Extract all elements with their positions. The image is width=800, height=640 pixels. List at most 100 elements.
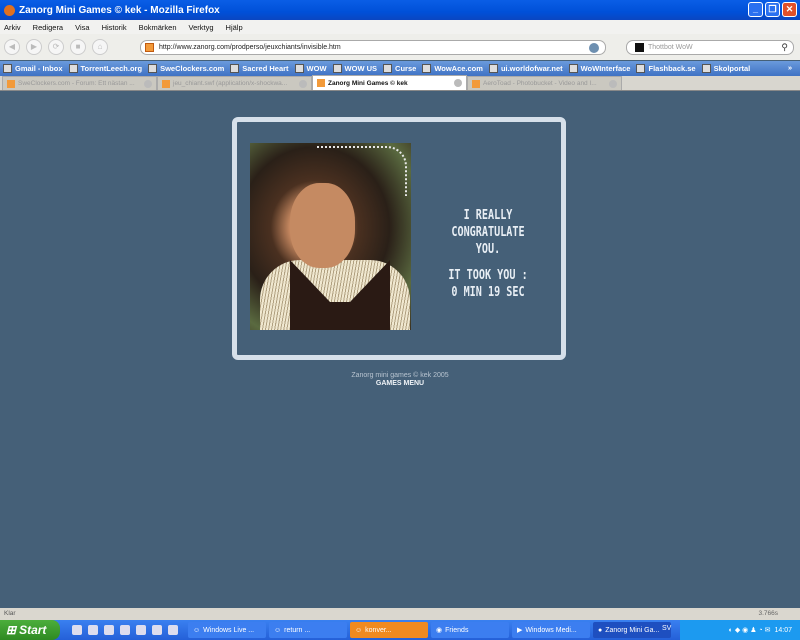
- bookmark-label: TorrentLeech.org: [80, 64, 143, 73]
- quick-launch: [60, 625, 188, 635]
- title-bar: Zanorg Mini Games © kek - Mozilla Firefo…: [0, 0, 800, 20]
- tab-sweclockers[interactable]: SweClockers.com - Forum: Ett nästan ...: [2, 76, 157, 90]
- tray-icons[interactable]: ◐ ◆ ◉ ♟ ◔ ✉: [729, 626, 771, 634]
- ie-icon[interactable]: [72, 625, 82, 635]
- ui-icon: [488, 64, 498, 73]
- minimize-button[interactable]: _: [748, 2, 763, 17]
- copyright-text: Zanorg mini games © kek 2005: [351, 372, 449, 379]
- torrentleech-icon: [68, 64, 78, 73]
- curse-icon: [383, 64, 393, 73]
- bookmark-label: Sacred Heart: [242, 64, 289, 73]
- close-button[interactable]: ✕: [782, 2, 797, 17]
- forward-button[interactable]: ▶: [26, 39, 42, 55]
- bookmark-item[interactable]: TorrentLeech.org: [68, 64, 143, 73]
- clock: 14:07: [774, 626, 792, 634]
- home-button[interactable]: ⌂: [92, 39, 108, 55]
- bookmark-item[interactable]: WoWInterface: [568, 64, 630, 73]
- start-button[interactable]: ⊞ Start: [0, 620, 60, 640]
- menu-bar: Arkiv Redigera Visa Historik Bokmärken V…: [0, 20, 800, 34]
- tab-aerotoad[interactable]: AeroToad - Photobucket - Video and I...: [467, 76, 622, 90]
- tab-label: SweClockers.com - Forum: Ett nästan ...: [18, 80, 135, 87]
- wowinterface-icon: [568, 64, 578, 73]
- taskbar-button[interactable]: ☺ return ...: [269, 622, 347, 638]
- taskbar-label: Zanorg Mini Ga...: [605, 626, 660, 634]
- close-tab-icon[interactable]: [609, 80, 617, 88]
- menu-arkiv[interactable]: Arkiv: [4, 23, 21, 32]
- media-icon[interactable]: [136, 625, 146, 635]
- congratulation-message: I REALLY CONGRATULATE YOU. IT TOOK YOU : 0…: [437, 207, 538, 310]
- messenger-icon: ☺: [355, 626, 363, 634]
- bookmark-label: WOW US: [344, 64, 378, 73]
- search-box[interactable]: Thottbot WoW ⚲: [626, 40, 794, 55]
- search-engine-icon[interactable]: [635, 43, 644, 52]
- url-bar[interactable]: http://www.zanorg.com/prodperso/jeuxchia…: [140, 40, 606, 55]
- firefox-icon: [4, 4, 15, 16]
- bookmark-item[interactable]: ui.worldofwar.net: [488, 64, 563, 73]
- bookmark-item[interactable]: WOW: [294, 64, 327, 73]
- go-button[interactable]: [589, 43, 599, 53]
- tab-zanorg[interactable]: Zanorg Mini Games © kek: [312, 75, 467, 90]
- bookmark-label: Gmail - Inbox: [15, 64, 63, 73]
- app-icon[interactable]: [152, 625, 162, 635]
- app-icon[interactable]: [120, 625, 130, 635]
- tab-bar: SweClockers.com - Forum: Ett nästan ... …: [0, 75, 800, 91]
- games-menu-link[interactable]: GAMES MENU: [0, 380, 800, 388]
- wow-us-icon: [332, 64, 342, 73]
- back-button[interactable]: ◀: [4, 39, 20, 55]
- taskbar-label: konver...: [365, 626, 392, 634]
- messenger-icon: ☺: [193, 626, 201, 634]
- wow-icon[interactable]: [104, 625, 114, 635]
- bookmark-item[interactable]: Gmail - Inbox: [3, 64, 63, 73]
- search-icon[interactable]: ⚲: [781, 42, 788, 53]
- reload-icon[interactable]: ⟳: [48, 39, 64, 55]
- bookmark-item[interactable]: SweClockers.com: [148, 64, 224, 73]
- tab-favicon: [472, 79, 480, 88]
- menu-redigera[interactable]: Redigera: [33, 23, 63, 32]
- url-text: http://www.zanorg.com/prodperso/jeuxchia…: [159, 44, 341, 51]
- message-line: CONGRATULATE YOU.: [451, 225, 525, 257]
- time-value: 0 MIN 19 SEC: [451, 285, 525, 300]
- restore-button[interactable]: ❐: [765, 2, 780, 17]
- bookmark-label: Curse: [395, 64, 417, 73]
- taskbar-label: Windows Live ...: [203, 626, 255, 634]
- bookmark-item[interactable]: Skolportal: [701, 64, 750, 73]
- menu-hjalp[interactable]: Hjälp: [226, 23, 243, 32]
- ornament-decoration: [317, 146, 407, 196]
- bookmark-label: Flashback.se: [648, 64, 696, 73]
- menu-verktyg[interactable]: Verktyg: [189, 23, 214, 32]
- search-placeholder: Thottbot WoW: [648, 44, 693, 51]
- taskbar-button[interactable]: ● Zanorg Mini Ga...: [593, 622, 671, 638]
- close-tab-icon[interactable]: [299, 80, 307, 88]
- bookmark-item[interactable]: Sacred Heart: [230, 64, 289, 73]
- bookmark-item[interactable]: WOW US: [332, 64, 378, 73]
- menu-historik[interactable]: Historik: [102, 23, 127, 32]
- tab-jeu-chiant[interactable]: jeu_chiant.swf (application/x-shockwa...: [157, 76, 312, 90]
- stop-button[interactable]: ■: [70, 39, 86, 55]
- taskbar-button[interactable]: ☺ Windows Live ...: [188, 622, 266, 638]
- bookmark-item[interactable]: WowAce.com: [422, 64, 483, 73]
- taskbar-button[interactable]: ▶ Windows Medi...: [512, 622, 590, 638]
- close-tab-icon[interactable]: [144, 80, 152, 88]
- tab-favicon: [162, 79, 170, 88]
- taskbar-button[interactable]: ☺ konver...: [350, 622, 428, 638]
- bookmark-item[interactable]: Flashback.se: [636, 64, 696, 73]
- wow-icon[interactable]: [88, 625, 98, 635]
- taskbar-label: return ...: [284, 626, 311, 634]
- taskbar-button[interactable]: ◉ Friends: [431, 622, 509, 638]
- taskbar-label: Windows Medi...: [525, 626, 577, 634]
- globe-icon: [701, 64, 711, 73]
- bookmark-label: ui.worldofwar.net: [500, 64, 563, 73]
- tab-label: Zanorg Mini Games © kek: [328, 79, 408, 87]
- start-label: Start: [19, 623, 47, 637]
- close-tab-icon[interactable]: [454, 79, 462, 87]
- menu-visa[interactable]: Visa: [75, 23, 89, 32]
- sacred-heart-icon: [230, 64, 240, 73]
- bookmark-label: SweClockers.com: [160, 64, 225, 73]
- menu-bokmarken[interactable]: Bokmärken: [139, 23, 177, 32]
- bookmarks-overflow-button[interactable]: »: [788, 63, 792, 72]
- language-indicator[interactable]: SV: [662, 625, 671, 632]
- bookmark-item[interactable]: Curse: [383, 64, 416, 73]
- steam-icon[interactable]: [168, 625, 178, 635]
- status-text: Klar: [4, 610, 16, 617]
- status-bar: Klar 3.766s: [0, 608, 800, 620]
